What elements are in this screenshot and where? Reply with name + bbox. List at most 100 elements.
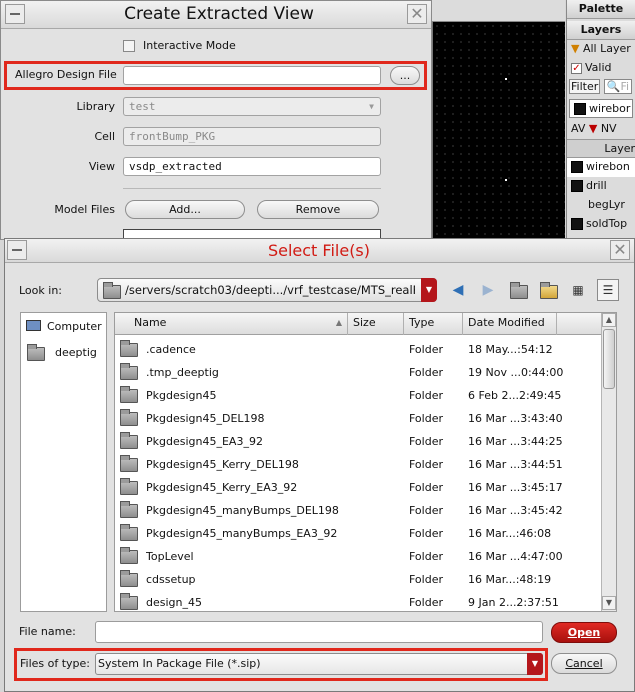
close-icon[interactable]: ✕ (407, 4, 427, 24)
icon-view-icon[interactable]: ▦ (567, 279, 589, 301)
layer-filter-input[interactable]: 🔍Fi (603, 79, 633, 94)
column-name[interactable]: Name ▲ (115, 313, 348, 335)
file-name: TopLevel (146, 550, 194, 563)
filter-icon: ▼ (571, 42, 580, 55)
all-layers-row[interactable]: ▼ All Layer (567, 40, 635, 59)
allegro-design-file-input[interactable] (123, 66, 381, 85)
filter-button[interactable]: Filter (569, 79, 601, 94)
av-nv-row: AV ▼ NV (567, 120, 635, 139)
allegro-design-file-label: Allegro Design File (15, 68, 117, 81)
view-input[interactable]: vsdp_extracted (123, 157, 381, 176)
column-type[interactable]: Type (404, 313, 463, 335)
back-arrow-icon[interactable]: ◀ (447, 279, 469, 301)
layer-swatch (571, 161, 583, 173)
layer-item[interactable]: begLyr (567, 196, 635, 215)
file-row[interactable]: Pkgdesign45_DEL198 Folder 16 Mar ...3:43:4… (115, 407, 602, 430)
file-date: 16 Mar ...4:47:00 (468, 550, 563, 563)
valid-checkbox[interactable]: ✓ (571, 62, 582, 74)
file-row[interactable]: Pkgdesign45_Kerry_DEL198 Folder 16 Mar ...… (115, 453, 602, 476)
view-label: View (88, 160, 115, 173)
file-list: Name ▲ Size Type Date Modified .cadence Fo… (114, 312, 617, 612)
file-row[interactable]: cdssetup Folder 16 Mar...:48:19 (115, 568, 602, 591)
forward-arrow-icon[interactable]: ▶ (477, 279, 499, 301)
files-of-type-select[interactable]: System In Package File (*.sip) ▼ (95, 653, 543, 675)
interactive-mode-checkbox[interactable] (123, 40, 135, 52)
file-name: .tmp_deeptig (146, 366, 219, 379)
cell-field: frontBump_PKG (123, 127, 381, 146)
scroll-thumb[interactable] (603, 329, 615, 389)
file-row[interactable]: TopLevel Folder 16 Mar ...4:47:00 (115, 545, 602, 568)
scroll-up-icon[interactable]: ▲ (602, 313, 616, 327)
folder-icon (120, 386, 138, 403)
file-type: Folder (409, 458, 443, 471)
place-computer[interactable]: Computer (21, 317, 106, 337)
av-label[interactable]: AV (571, 122, 585, 135)
look-in-path: /servers/scratch03/deepti.../vrf_testcas… (125, 283, 415, 297)
file-row[interactable]: .tmp_deeptig Folder 19 Nov ...0:44:00 (115, 361, 602, 384)
new-folder-icon[interactable] (537, 279, 559, 301)
file-row[interactable]: Pkgdesign45_EA3_92 Folder 16 Mar ...3:44:2… (115, 430, 602, 453)
file-row[interactable]: .cadence Folder 18 May...:54:12 (115, 338, 602, 361)
file-type: Folder (409, 435, 443, 448)
detail-view-icon[interactable]: ☰ (597, 279, 619, 301)
window-menu-button[interactable] (5, 4, 25, 24)
layout-canvas[interactable] (432, 22, 565, 240)
file-name-input[interactable] (95, 621, 543, 643)
layer-item[interactable]: drill (567, 177, 635, 196)
column-size[interactable]: Size (348, 313, 404, 335)
nv-label[interactable]: NV (601, 122, 617, 135)
cancel-button[interactable]: Cancel (551, 653, 617, 674)
place-label: deeptig (55, 346, 97, 359)
folder-icon (120, 547, 138, 564)
file-date: 16 Mar ...3:45:42 (468, 504, 563, 517)
file-date: 16 Mar ...3:44:25 (468, 435, 563, 448)
menu-dash-icon (10, 13, 20, 15)
file-list-header: Name ▲ Size Type Date Modified (115, 313, 602, 335)
file-name: Pkgdesign45_DEL198 (146, 412, 265, 425)
look-in-combo[interactable]: /servers/scratch03/deepti.../vrf_testcas… (97, 278, 437, 302)
palette-panel: Palette Layers ▼ All Layer ✓ Valid Filter… (566, 0, 635, 240)
layer-name: begLyr (588, 198, 625, 211)
library-select[interactable]: test ▼ (123, 97, 381, 116)
scroll-down-icon[interactable]: ▼ (602, 596, 616, 610)
look-in-label: Look in: (19, 284, 62, 297)
column-date[interactable]: Date Modified (463, 313, 557, 335)
file-name: Pkgdesign45_Kerry_DEL198 (146, 458, 299, 471)
add-button[interactable]: Add... (125, 200, 245, 219)
file-type: Folder (409, 596, 443, 609)
file-row[interactable]: design_45 Folder 9 Jan 2...2:37:51 (115, 591, 602, 611)
folder-icon (510, 282, 528, 299)
layer-item[interactable]: soldTop (567, 215, 635, 234)
file-row[interactable]: Pkgdesign45 Folder 6 Feb 2...2:49:45 (115, 384, 602, 407)
file-type: Folder (409, 389, 443, 402)
open-button[interactable]: Open (551, 622, 617, 643)
layer-swatch (571, 180, 583, 192)
remove-button[interactable]: Remove (257, 200, 379, 219)
folder-icon (103, 282, 121, 299)
computer-icon (26, 320, 41, 331)
file-row[interactable]: Pkgdesign45_manyBumps_DEL198 Folder 16 Mar… (115, 499, 602, 522)
valid-row[interactable]: ✓ Valid (567, 59, 635, 78)
file-name: cdssetup (146, 573, 196, 586)
window-menu-button[interactable] (7, 240, 27, 260)
cell-label: Cell (94, 130, 115, 143)
file-date: 16 Mar ...3:44:51 (468, 458, 563, 471)
vertical-scrollbar[interactable]: ▲ ▼ (601, 313, 616, 611)
files-of-type-value: System In Package File (*.sip) (98, 657, 261, 670)
layer-name: wirebon (586, 160, 630, 173)
current-layer-row[interactable]: wirebor (569, 99, 633, 118)
title-bar: Create Extracted View ✕ (1, 1, 431, 29)
file-row[interactable]: Pkgdesign45_Kerry_EA3_92 Folder 16 Mar ...… (115, 476, 602, 499)
divider (123, 188, 381, 189)
file-type: Folder (409, 573, 443, 586)
browse-button[interactable]: ... (390, 66, 420, 85)
close-icon[interactable]: ✕ (610, 240, 630, 260)
file-row[interactable]: Pkgdesign45_manyBumps_EA3_92 Folder 16 Mar… (115, 522, 602, 545)
file-date: 9 Jan 2...2:37:51 (468, 596, 559, 609)
file-name: design_45 (146, 596, 202, 609)
place-deeptig[interactable]: deeptig (21, 343, 106, 363)
parent-folder-icon[interactable] (507, 279, 529, 301)
layer-name: drill (586, 179, 607, 192)
chevron-down-icon: ▼ (527, 653, 543, 675)
layer-item[interactable]: wirebon (567, 158, 635, 177)
